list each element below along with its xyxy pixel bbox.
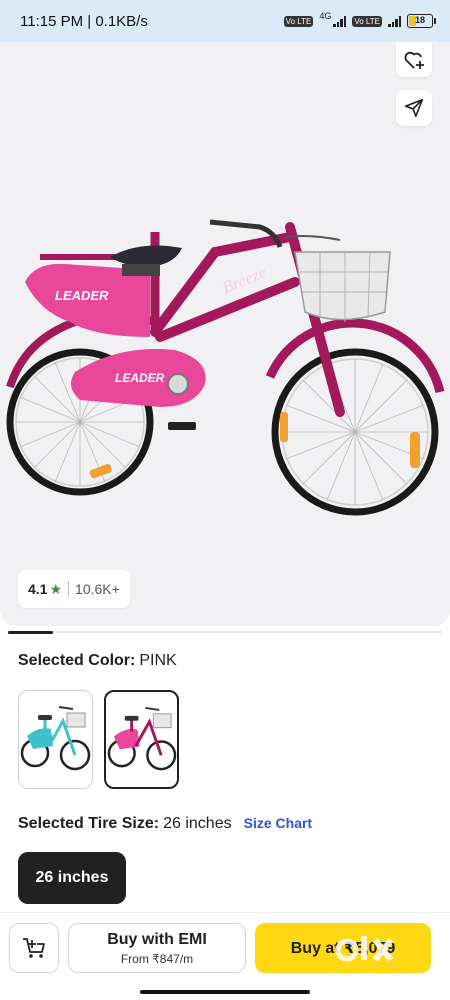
rating-count: 10.6K+: [75, 581, 120, 597]
product-page: 11:15 PM | 0.1KB/s Vo LTE 4G Vo LTE 18 L…: [0, 0, 450, 1000]
buy-with-emi-button[interactable]: Buy with EMI From ₹847/m: [68, 923, 246, 973]
color-swatch-teal[interactable]: [18, 690, 93, 789]
brand-text-rear: LEADER: [55, 288, 109, 303]
brand-text-guard: LEADER: [115, 371, 165, 385]
olx-watermark-logo: [335, 936, 394, 962]
volte-icon-2: Vo LTE: [352, 15, 382, 27]
heart-plus-icon: [404, 51, 424, 69]
battery-level: 18: [414, 15, 425, 25]
add-to-cart-button[interactable]: [9, 923, 59, 973]
status-time-speed: 11:15 PM | 0.1KB/s: [20, 12, 148, 30]
wishlist-button[interactable]: [396, 42, 432, 77]
pink-bicycle-thumbnail: [107, 706, 177, 771]
product-image-gallery[interactable]: LEADER Breeze LEADER 4.1 ★ 10.6K+: [0, 42, 450, 626]
size-chart-link[interactable]: Size Chart: [244, 815, 312, 831]
selected-tire-value: 26 inches: [163, 815, 232, 832]
signal-icon-2: [388, 15, 401, 27]
tire-size-option[interactable]: 26 inches: [18, 852, 126, 904]
send-icon: [404, 98, 424, 118]
rating-value: 4.1: [28, 581, 48, 597]
selected-tire-label: Selected Tire Size:: [18, 815, 160, 832]
cart-plus-icon: [23, 938, 45, 958]
gallery-indicator: [8, 631, 442, 634]
status-icons: Vo LTE 4G Vo LTE 18: [283, 11, 436, 28]
share-button[interactable]: [396, 90, 432, 126]
gallery-indicator-active: [8, 631, 53, 634]
rating-divider: [68, 581, 70, 597]
battery-icon: 18: [407, 14, 436, 28]
color-swatch-pink[interactable]: [104, 690, 179, 789]
star-icon: ★: [49, 580, 63, 597]
emi-title: Buy with EMI: [107, 930, 207, 948]
volte-icon: Vo LTE: [283, 15, 314, 27]
emi-subtitle: From ₹847/m: [120, 951, 194, 966]
bottom-action-bar: Buy with EMI From ₹847/m Buy at ₹5,079: [0, 912, 450, 1000]
selected-color-value: PINK: [139, 652, 177, 669]
network-type-label: 4G: [319, 11, 332, 21]
selected-color-label: Selected Color:: [18, 652, 136, 669]
bicycle-image: LEADER Breeze LEADER: [6, 219, 445, 516]
status-bar: 11:15 PM | 0.1KB/s Vo LTE 4G Vo LTE 18: [0, 0, 450, 42]
selected-tire-row: Selected Tire Size: 26 inches Size Chart: [18, 815, 312, 833]
teal-bicycle-thumbnail: [20, 706, 91, 771]
selected-color-row: Selected Color: PINK: [18, 652, 177, 670]
signal-icon: [333, 15, 347, 27]
home-indicator: [140, 990, 310, 994]
rating-badge[interactable]: 4.1 ★ 10.6K+: [18, 570, 130, 608]
